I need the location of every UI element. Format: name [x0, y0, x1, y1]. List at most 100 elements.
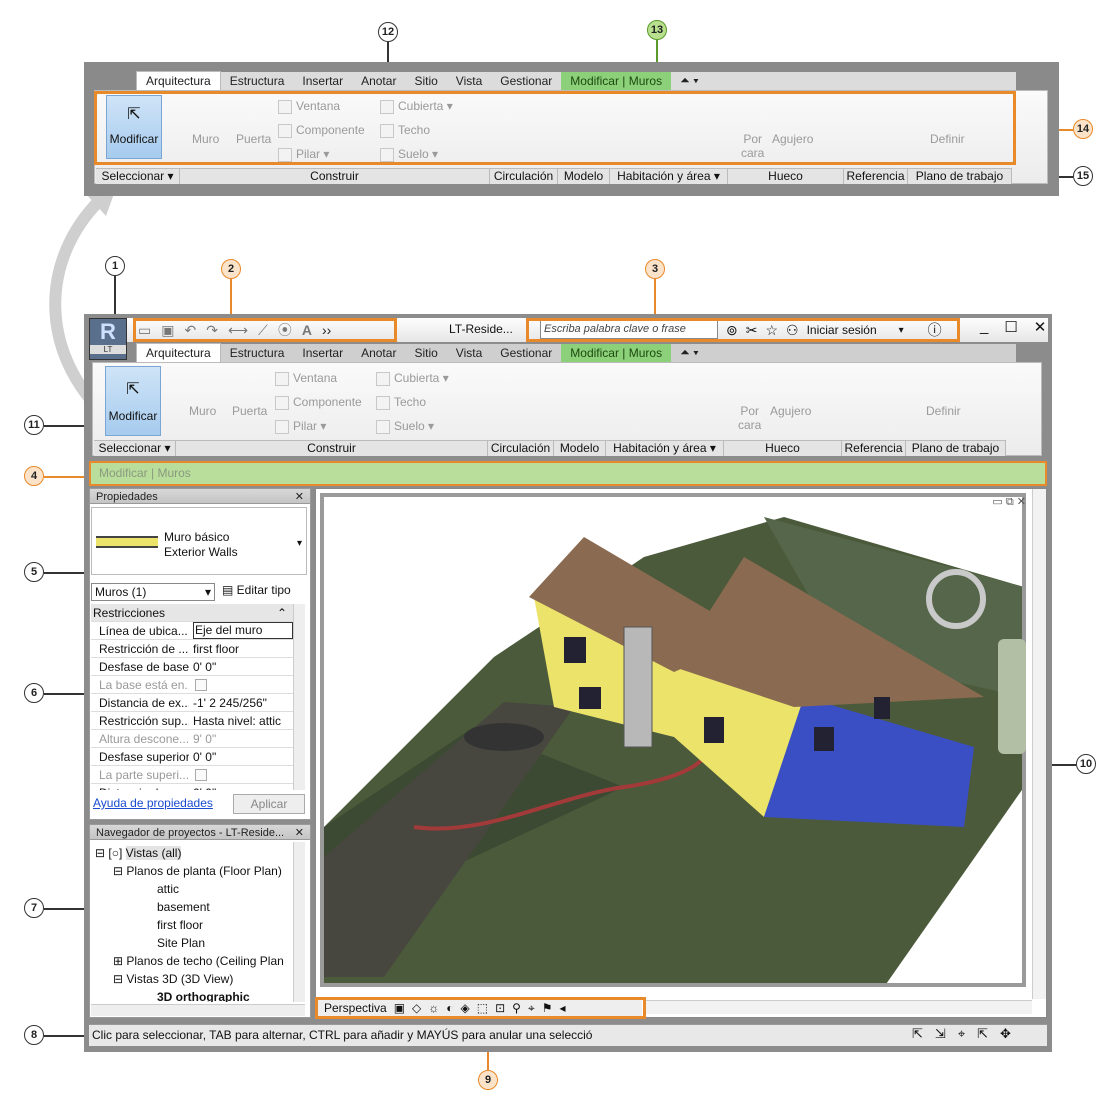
window-button[interactable]: Ventana [275, 371, 337, 386]
quick-access-highlight [133, 318, 397, 342]
door-button[interactable]: Puerta [232, 404, 267, 418]
tree-node-floor-plans[interactable]: ⊟ Planos de planta (Floor Plan) [113, 864, 282, 878]
property-label: Distancia de ex... [99, 786, 189, 790]
property-row[interactable]: Altura descone... 9' 0" [91, 730, 297, 748]
panel-build: Construir [180, 169, 490, 184]
close-icon[interactable]: ✕ [295, 489, 304, 505]
tab-arquitectura[interactable]: Arquitectura [136, 343, 221, 362]
property-value[interactable]: first floor [193, 642, 293, 656]
by-face-button[interactable]: Por cara [738, 404, 761, 432]
properties-scrollbar[interactable] [293, 604, 305, 790]
tab-estructura[interactable]: Estructura [221, 344, 294, 362]
modify-button[interactable]: ⇱ Modificar [105, 366, 161, 436]
tree-item-first-floor[interactable]: first floor [157, 918, 203, 932]
close-icon[interactable]: ✕ [295, 825, 304, 841]
navigation-bar[interactable] [998, 639, 1026, 754]
opening-button[interactable]: Agujero [770, 404, 811, 418]
property-row[interactable]: La parte superi... [91, 766, 297, 784]
ceiling-button[interactable]: Techo [376, 395, 426, 410]
property-row[interactable]: Desfase superior 0' 0" [91, 748, 297, 766]
tab-sitio[interactable]: Sitio [405, 344, 446, 362]
tab-gestionar[interactable]: Gestionar [491, 72, 561, 90]
define-button[interactable]: Definir [926, 404, 961, 418]
tree-item-attic[interactable]: attic [157, 882, 179, 896]
drawing-hscrollbar[interactable] [646, 1000, 1032, 1014]
tab-vista[interactable]: Vista [447, 72, 491, 90]
drawing-area[interactable]: ▭ ⧉ ✕ [315, 488, 1047, 1018]
tab-modificar-muros[interactable]: Modificar | Muros [561, 72, 672, 90]
component-button[interactable]: Componente [275, 395, 362, 410]
floor-button[interactable]: Suelo ▾ [376, 419, 434, 434]
tree-item-3d-orthographic[interactable]: 3D orthographic [157, 990, 250, 1002]
drawing-vscrollbar[interactable] [1032, 489, 1046, 999]
modify-label: Modificar [108, 409, 158, 423]
tab-estructura[interactable]: Estructura [221, 72, 294, 90]
browser-scrollbar[interactable] [293, 842, 305, 1002]
tab-insertar[interactable]: Insertar [293, 72, 352, 90]
tree-node-views[interactable]: ⊟ [○] Vistas (all) [95, 846, 182, 860]
maximize-icon[interactable]: ☐ [1004, 318, 1017, 336]
select-links-icon[interactable]: ⇱ [912, 1026, 923, 1042]
instance-filter[interactable]: Muros (1) ▾ [91, 583, 215, 601]
minimize-icon[interactable]: _ [980, 318, 988, 336]
property-value[interactable]: 0' 0" [193, 660, 293, 674]
browser-header: Navegador de proyectos - LT-Reside... ✕ [89, 824, 311, 840]
browser-hscrollbar[interactable] [91, 1004, 305, 1016]
view-window-controls[interactable]: ▭ ⧉ ✕ [992, 495, 1026, 509]
app-button[interactable]: R LT [89, 318, 127, 360]
document-title: LT-Reside... [449, 322, 513, 336]
wall-button[interactable]: Muro [189, 404, 216, 418]
checkbox[interactable] [195, 679, 207, 691]
checkbox[interactable] [195, 769, 207, 781]
close-icon[interactable]: ✕ [1034, 318, 1047, 336]
callout-14: 14 [1073, 119, 1093, 139]
panel-room-area[interactable]: Habitación y área ▾ [606, 441, 724, 456]
property-row[interactable]: Distancia de ex... 0' 0" [91, 784, 297, 790]
group-header[interactable]: Restricciones ⌃ [91, 604, 297, 622]
property-value[interactable]: 0' 0" [193, 750, 293, 764]
callout-8: 8 [24, 1025, 44, 1045]
tree-item-basement[interactable]: basement [157, 900, 210, 914]
edit-type-button[interactable]: ▤ Editar tipo [222, 583, 291, 597]
property-row[interactable]: Línea de ubica... Eje del muro [91, 622, 297, 640]
property-value[interactable]: 9' 0" [193, 732, 293, 746]
property-value[interactable]: Eje del muro [193, 622, 293, 639]
property-row[interactable]: Restricción de ... first floor [91, 640, 297, 658]
property-label: Altura descone... [99, 732, 189, 746]
tab-anotar[interactable]: Anotar [352, 344, 405, 362]
tab-gestionar[interactable]: Gestionar [491, 344, 561, 362]
property-row[interactable]: La base está en... [91, 676, 297, 694]
ribbon-minimize-icon[interactable]: ⏶ ▾ [671, 343, 708, 362]
tab-modificar-muros[interactable]: Modificar | Muros [561, 344, 672, 362]
ribbon-minimize-icon[interactable]: ⏶ ▾ [671, 71, 708, 90]
property-value[interactable]: 0' 0" [193, 786, 293, 790]
property-value[interactable]: Hasta nivel: attic [193, 714, 293, 728]
tab-insertar[interactable]: Insertar [293, 344, 352, 362]
panel-room-area[interactable]: Habitación y área ▾ [610, 169, 728, 184]
select-by-face-icon[interactable]: ⇱ [977, 1026, 988, 1042]
dropdown-arrow-icon[interactable]: ▾ [297, 538, 302, 549]
panel-select[interactable]: Seleccionar ▾ [94, 441, 176, 456]
tab-vista[interactable]: Vista [447, 344, 491, 362]
tab-sitio[interactable]: Sitio [405, 72, 446, 90]
tab-anotar[interactable]: Anotar [352, 72, 405, 90]
drag-elements-icon[interactable]: ✥ [1000, 1026, 1011, 1042]
property-row[interactable]: Distancia de ex... -1' 2 245/256" [91, 694, 297, 712]
apply-button[interactable]: Aplicar [233, 794, 305, 814]
tree-node-ceiling-plans[interactable]: ⊞ Planos de techo (Ceiling Plan [113, 954, 284, 968]
property-value[interactable]: -1' 2 245/256" [193, 696, 293, 710]
property-row[interactable]: Desfase de base 0' 0" [91, 658, 297, 676]
column-button[interactable]: Pilar ▾ [275, 419, 326, 434]
panel-select[interactable]: Seleccionar ▾ [96, 169, 180, 184]
roof-button[interactable]: Cubierta ▾ [376, 371, 449, 386]
viewcube-icon[interactable] [926, 569, 986, 629]
tree-node-3d-views[interactable]: ⊟ Vistas 3D (3D View) [113, 972, 233, 986]
select-pinned-icon[interactable]: ⌖ [958, 1026, 965, 1042]
tab-arquitectura[interactable]: Arquitectura [136, 71, 221, 90]
tree-item-site-plan[interactable]: Site Plan [157, 936, 205, 950]
property-row[interactable]: Restricción sup... Hasta nivel: attic [91, 712, 297, 730]
type-selector[interactable]: Muro básico Exterior Walls ▾ [91, 507, 307, 575]
zoomed-ribbon-highlight [94, 91, 1016, 165]
select-underlay-icon[interactable]: ⇲ [935, 1026, 946, 1042]
properties-help-link[interactable]: Ayuda de propiedades [93, 796, 213, 810]
